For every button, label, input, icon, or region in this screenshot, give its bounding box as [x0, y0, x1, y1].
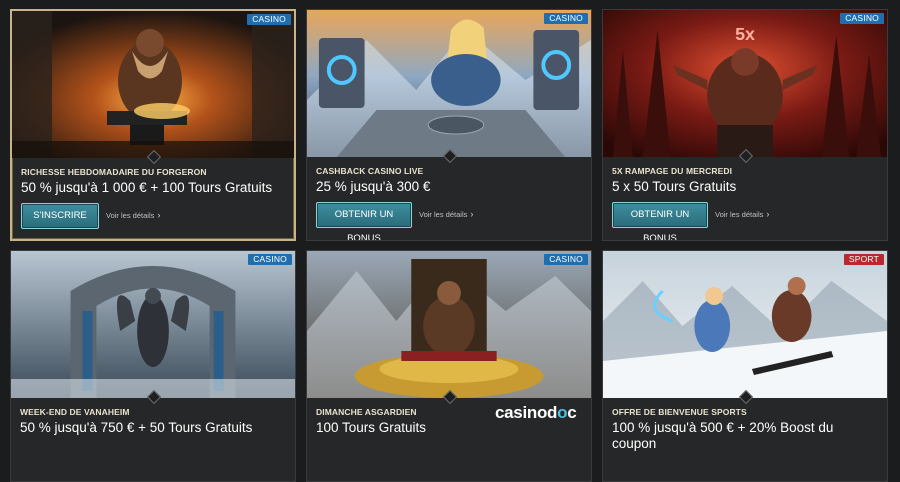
promo-art-ice-gate	[11, 251, 295, 398]
promo-card-asgardien[interactable]: CASINO DIMANCHE ASGARDIEN 100 Tours Grat…	[306, 250, 592, 482]
chevron-right-icon: ›	[470, 209, 474, 219]
promo-card-rampage[interactable]: 5x CASINO 5X RAMPAGE DU MERCREDI 5 x 50 …	[602, 9, 888, 241]
promo-subtitle: OFFRE DE BIENVENUE SPORTS	[612, 407, 747, 417]
promo-card-cashback[interactable]: CASINO CASHBACK CASINO LIVE 25 % jusqu'à…	[306, 9, 592, 241]
promo-card-sports[interactable]: SPORT OFFRE DE BIENVENUE SPORTS 100 % ju…	[602, 250, 888, 482]
promo-subtitle: RICHESSE HEBDOMADAIRE DU FORGERON	[21, 167, 207, 177]
promo-title: 25 % jusqu'à 300 €	[316, 179, 431, 194]
art-5x-text: 5x	[735, 24, 755, 44]
promo-title: 100 % jusqu'à 500 € + 20% Boost du coupo…	[612, 420, 834, 451]
chevron-right-icon: ›	[766, 209, 770, 219]
promo-title: 50 % jusqu'à 1 000 € + 100 Tours Gratuit…	[21, 180, 273, 195]
promo-art-red-warrior: 5x	[603, 10, 887, 157]
promo-art-throne	[307, 251, 591, 398]
chevron-right-icon: ›	[157, 210, 161, 220]
casino-badge: CASINO	[840, 13, 884, 24]
casino-badge: CASINO	[248, 254, 292, 265]
promo-card-forgeron[interactable]: CASINO RICHESSE HEBDOMADAIRE DU FORGERON…	[10, 9, 296, 241]
details-link-label: Voir les détails	[715, 210, 764, 219]
get-bonus-button[interactable]: OBTENIR UN BONUS	[612, 202, 708, 240]
logo-part-2: o	[557, 403, 568, 422]
details-link-label: Voir les détails	[419, 210, 468, 219]
casino-badge: CASINO	[544, 254, 588, 265]
promo-art-blacksmith	[12, 11, 294, 158]
promo-subtitle: WEEK-END DE VANAHEIM	[20, 407, 130, 417]
promo-art-snow-warriors	[603, 251, 887, 398]
casino-badge: CASINO	[247, 14, 291, 25]
details-link[interactable]: Voir les détails ›	[106, 210, 160, 220]
logo-part-3: c	[567, 403, 577, 422]
logo-part-1: casinod	[495, 403, 558, 422]
casinodoc-watermark-logo: casinodoc	[495, 403, 577, 423]
promo-subtitle: CASHBACK CASINO LIVE	[316, 166, 424, 176]
promo-title: 5 x 50 Tours Gratuits	[612, 179, 737, 194]
details-link[interactable]: Voir les détails ›	[715, 209, 769, 219]
promotions-grid: CASINO RICHESSE HEBDOMADAIRE DU FORGERON…	[10, 9, 888, 482]
promo-card-vanaheim[interactable]: CASINO WEEK-END DE VANAHEIM 50 % jusqu'à…	[10, 250, 296, 482]
sport-badge: SPORT	[843, 254, 884, 265]
get-bonus-button[interactable]: OBTENIR UN BONUS	[316, 202, 412, 240]
promo-subtitle: 5X RAMPAGE DU MERCREDI	[612, 166, 733, 176]
casino-badge: CASINO	[544, 13, 588, 24]
promo-subtitle: DIMANCHE ASGARDIEN	[316, 407, 417, 417]
promo-title: 50 % jusqu'à 750 € + 50 Tours Gratuits	[20, 420, 253, 435]
promo-art-viking-roulette	[307, 10, 591, 157]
details-link-label: Voir les détails	[106, 211, 155, 220]
details-link[interactable]: Voir les détails ›	[419, 209, 473, 219]
signup-button[interactable]: S'INSCRIRE	[21, 203, 99, 229]
